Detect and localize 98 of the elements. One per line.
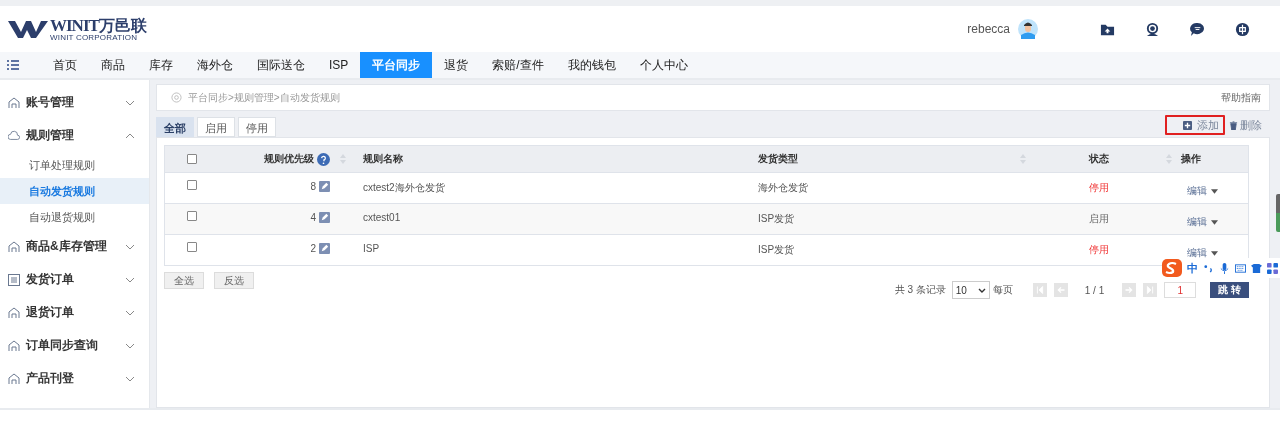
sidebar-item[interactable]: 商品&库存管理 xyxy=(0,230,149,263)
table-cell: ISP发货 xyxy=(758,213,795,224)
filter-tab[interactable]: 全部 xyxy=(156,117,194,137)
column-header: 操作 xyxy=(1181,152,1201,166)
checkbox[interactable] xyxy=(187,242,197,252)
chat-icon[interactable] xyxy=(1190,21,1205,37)
table-cell: cxtest2海外仓发货 xyxy=(363,182,445,193)
sidebar-item[interactable]: 退货订单 xyxy=(0,296,149,329)
language-icon[interactable] xyxy=(1235,21,1250,37)
nav-tab[interactable]: 首页 xyxy=(41,52,89,78)
table-cell: 4 xyxy=(310,212,316,223)
page-size-select[interactable]: 10 xyxy=(951,281,990,299)
edit-link[interactable]: 编辑 xyxy=(1187,215,1207,229)
checkbox[interactable] xyxy=(187,180,197,190)
checkbox[interactable] xyxy=(187,154,197,164)
grid-icon[interactable] xyxy=(1267,262,1278,274)
column-header: 发货类型 xyxy=(758,153,798,164)
house-icon xyxy=(8,372,20,385)
nav-tab[interactable]: 库存 xyxy=(137,52,185,78)
table-cell: 8 xyxy=(310,181,316,192)
invert-selection-button[interactable]: 反选 xyxy=(214,272,254,289)
pencil-icon[interactable] xyxy=(319,212,330,223)
user-name[interactable]: rebecca xyxy=(967,22,1010,36)
sidebar-item[interactable]: 账号管理 xyxy=(0,86,149,119)
record-count: 共 3 条记录 xyxy=(894,283,946,297)
nav-tab[interactable]: 商品 xyxy=(89,52,137,78)
trash-icon xyxy=(1229,120,1238,130)
chevron-down-icon xyxy=(125,342,135,349)
sidebar-item[interactable]: 产品刊登 xyxy=(0,362,149,395)
caret-icon[interactable] xyxy=(1211,188,1218,194)
pencil-icon[interactable] xyxy=(319,181,330,192)
nav-tab[interactable]: 海外仓 xyxy=(185,52,245,78)
status-text: 停用 xyxy=(1089,244,1109,255)
avatar-icon[interactable] xyxy=(1018,19,1038,39)
house-icon xyxy=(8,339,20,352)
chevron-down-icon xyxy=(125,99,135,106)
table-cell: 海外仓发货 xyxy=(758,182,808,193)
column-header: 状态 xyxy=(1089,153,1109,164)
help-icon[interactable] xyxy=(317,152,330,166)
ime-mode[interactable]: 中 xyxy=(1187,260,1198,276)
sidebar-subitem[interactable]: 自动退货规则 xyxy=(0,204,149,230)
chevron-down-icon xyxy=(125,276,135,283)
table-cell: cxtest01 xyxy=(363,212,401,223)
table-cell: ISP xyxy=(363,243,380,254)
keyboard-icon[interactable] xyxy=(1235,262,1246,274)
house-icon xyxy=(8,96,20,109)
logo-mark-icon xyxy=(8,19,48,39)
chevron-up-icon xyxy=(125,132,135,139)
filter-tab[interactable]: 停用 xyxy=(238,117,276,137)
page-input[interactable]: 1 xyxy=(1164,282,1197,298)
nav-tab[interactable]: 国际送仓 xyxy=(245,52,317,78)
page-indicator: 1 / 1 xyxy=(1084,284,1105,296)
sidebar-subitem[interactable]: 订单处理规则 xyxy=(0,152,149,178)
caret-icon[interactable] xyxy=(1211,250,1218,256)
per-page-label: 每页 xyxy=(992,283,1013,297)
nav-tab[interactable]: 索赔/查件 xyxy=(480,52,556,78)
plus-square-icon xyxy=(1183,120,1192,130)
winit-logo: WINIT万邑联 WINIT CORPORATION xyxy=(8,16,147,42)
table-cell: ISP发货 xyxy=(758,244,795,255)
nav-tab[interactable]: 个人中心 xyxy=(627,52,700,78)
nav-tab[interactable]: 退货 xyxy=(432,52,481,78)
jump-button[interactable]: 跳 转 xyxy=(1210,282,1249,298)
status-text: 停用 xyxy=(1089,182,1109,193)
scroll-indicator xyxy=(1276,194,1280,232)
add-button[interactable]: 添加 xyxy=(1165,115,1225,135)
edit-link[interactable]: 编辑 xyxy=(1187,184,1207,198)
shirt-icon[interactable] xyxy=(1251,262,1262,274)
chevron-down-icon xyxy=(125,243,135,250)
microphone-icon[interactable] xyxy=(1219,262,1230,274)
location-icon xyxy=(171,92,182,103)
house-icon xyxy=(8,306,20,319)
nav-tab[interactable]: ISP xyxy=(317,52,361,78)
checkbox[interactable] xyxy=(187,211,197,221)
status-text: 启用 xyxy=(1089,213,1109,224)
chevron-down-icon xyxy=(125,309,135,316)
house-icon xyxy=(8,240,20,253)
chevron-down-icon xyxy=(977,287,986,293)
filter-tab[interactable]: 启用 xyxy=(197,117,235,137)
chevron-down-icon xyxy=(125,375,135,382)
menu-icon[interactable] xyxy=(7,60,19,70)
column-header: 规则名称 xyxy=(363,153,403,164)
column-header: 规则优先级 xyxy=(264,152,314,166)
sidebar-item[interactable]: 规则管理 xyxy=(0,119,149,152)
pencil-icon[interactable] xyxy=(319,243,330,254)
breadcrumb: 平台同步>规则管理>自动发货规则 xyxy=(188,90,341,105)
sidebar-item[interactable]: 发货订单 xyxy=(0,263,149,296)
edit-link[interactable]: 编辑 xyxy=(1187,246,1207,260)
sidebar-subitem[interactable]: 自动发货规则 xyxy=(0,178,149,204)
caret-icon[interactable] xyxy=(1211,219,1218,225)
help-link[interactable]: 帮助指南 xyxy=(1221,90,1261,105)
nav-tab[interactable]: 我的钱包 xyxy=(555,52,628,78)
punctuation-icon[interactable] xyxy=(1203,262,1214,274)
sidebar-item[interactable]: 订单同步查询 xyxy=(0,329,149,362)
s-logo-icon[interactable] xyxy=(1162,259,1182,277)
select-all-button[interactable]: 全选 xyxy=(164,272,204,289)
table-cell: 2 xyxy=(310,243,316,254)
cloud-icon xyxy=(8,129,20,142)
list-icon xyxy=(8,273,20,286)
